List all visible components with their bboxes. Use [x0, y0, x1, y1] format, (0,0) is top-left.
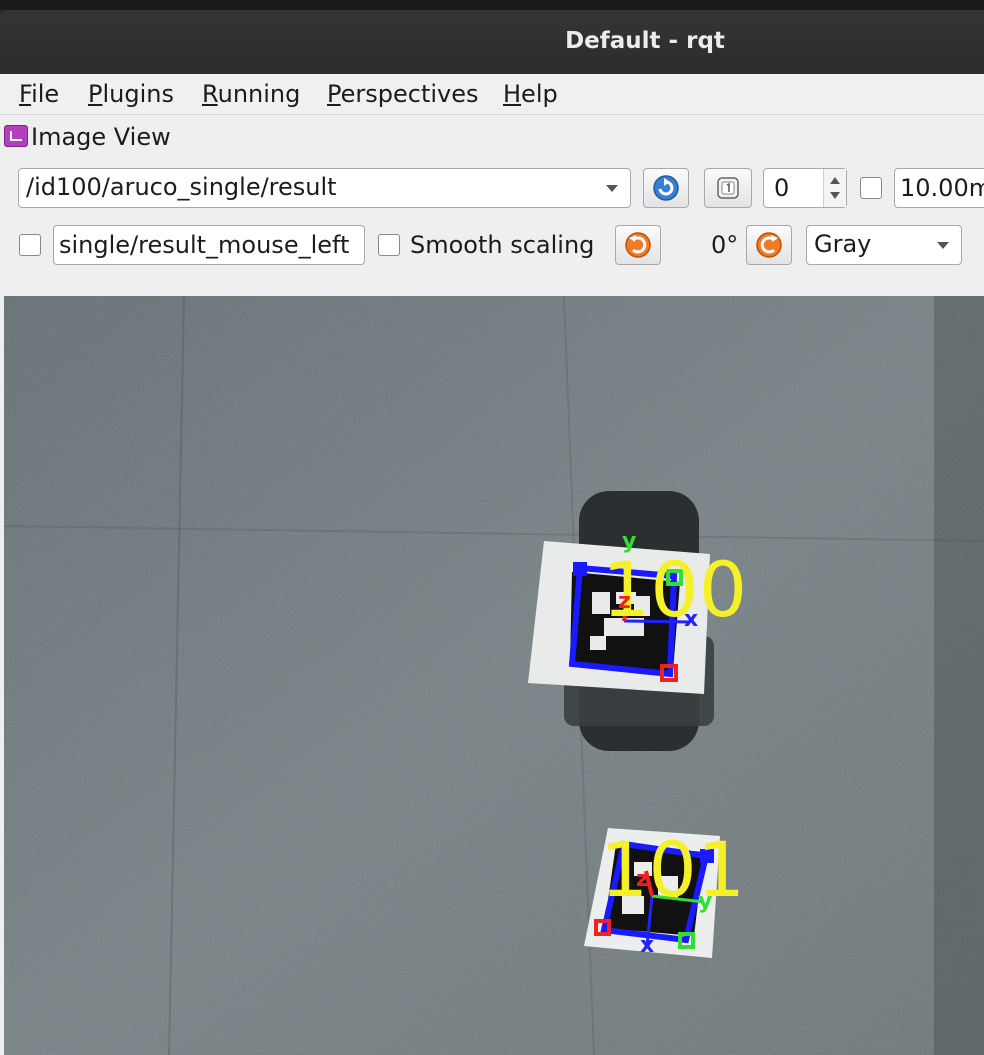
image-view-canvas[interactable]: 100 y z x 101 z y x	[4, 296, 984, 1055]
menu-help-mnemonic: H	[503, 80, 522, 108]
rotate-right-button[interactable]	[746, 225, 792, 265]
menu-help[interactable]: Help	[503, 79, 558, 109]
smooth-scaling-label: Smooth scaling	[410, 231, 595, 259]
menu-running-mnemonic: R	[202, 80, 218, 108]
zoom-spinbox[interactable]: 0	[763, 168, 847, 208]
mouse-topic-field[interactable]: single/result_mouse_left	[53, 225, 365, 265]
refresh-icon	[653, 175, 679, 201]
menubar: File Plugins Running Perspectives Help	[0, 74, 984, 115]
mouse-topic-value: single/result_mouse_left	[59, 231, 350, 259]
marker-100-axis-z-label: z	[618, 589, 631, 614]
marker-101-axis-y-label: y	[698, 889, 712, 914]
rotate-cw-icon	[756, 232, 782, 258]
window-client-area: File Plugins Running Perspectives Help I…	[0, 74, 984, 1055]
menu-perspectives[interactable]: Perspectives	[327, 79, 479, 109]
menu-help-label: elp	[521, 80, 558, 108]
camera-image: 100 y z x 101 z y x	[4, 296, 984, 1055]
zoom-1-icon	[717, 177, 739, 199]
smooth-scaling-checkbox[interactable]	[378, 234, 400, 256]
dock-title-label: Image View	[31, 123, 171, 151]
zoom-1-button[interactable]	[704, 168, 752, 208]
spin-up-icon	[830, 177, 840, 184]
marker-101-axis-x-label: x	[640, 933, 654, 958]
rotation-label: 0°	[711, 231, 739, 259]
rqt-window: Default - rqt File Plugins Running Persp…	[0, 0, 984, 1055]
publish-click-checkbox[interactable]	[19, 234, 41, 256]
marker-101-id-label: 101	[600, 825, 745, 914]
menu-file[interactable]: File	[19, 79, 59, 109]
menu-running-label: unning	[217, 80, 301, 108]
dynamic-range-checkbox[interactable]	[860, 177, 882, 199]
color-scheme-combobox[interactable]: Gray	[806, 225, 962, 265]
menu-plugins-mnemonic: P	[88, 80, 103, 108]
menu-perspectives-mnemonic: P	[327, 80, 341, 108]
rotate-left-button[interactable]	[615, 225, 661, 265]
image-view-icon	[4, 125, 28, 147]
desktop-top-strip	[0, 0, 984, 10]
spin-down-icon	[830, 192, 840, 199]
chevron-down-icon	[606, 185, 618, 192]
zoom-spinbox-value: 0	[774, 174, 790, 202]
dock-title[interactable]: Image View	[4, 123, 171, 153]
menu-plugins[interactable]: Plugins	[88, 79, 174, 109]
color-scheme-value: Gray	[814, 230, 872, 258]
window-title: Default - rqt	[565, 28, 725, 54]
refresh-topics-button[interactable]	[643, 168, 689, 208]
marker-101-axis-z-label: z	[636, 867, 649, 892]
topic-combobox-value: /id100/aruco_single/result	[26, 173, 337, 201]
window-titlebar[interactable]: Default - rqt	[0, 10, 984, 74]
menu-perspectives-label: erspectives	[340, 80, 479, 108]
marker-100-axis-y-label: y	[622, 529, 636, 554]
spinbox-arrows[interactable]	[823, 169, 846, 207]
menu-running[interactable]: Running	[202, 79, 300, 109]
rate-field[interactable]: 10.00m	[894, 168, 984, 208]
rate-field-value: 10.00m	[900, 174, 984, 202]
menu-plugins-label: lugins	[102, 80, 174, 108]
menu-file-mnemonic: F	[19, 80, 32, 108]
marker-100-axis-x-label: x	[684, 607, 698, 632]
rotate-ccw-icon	[625, 232, 651, 258]
topic-combobox[interactable]: /id100/aruco_single/result	[18, 168, 631, 208]
chevron-down-icon	[937, 242, 949, 249]
menu-file-label: ile	[31, 80, 60, 108]
